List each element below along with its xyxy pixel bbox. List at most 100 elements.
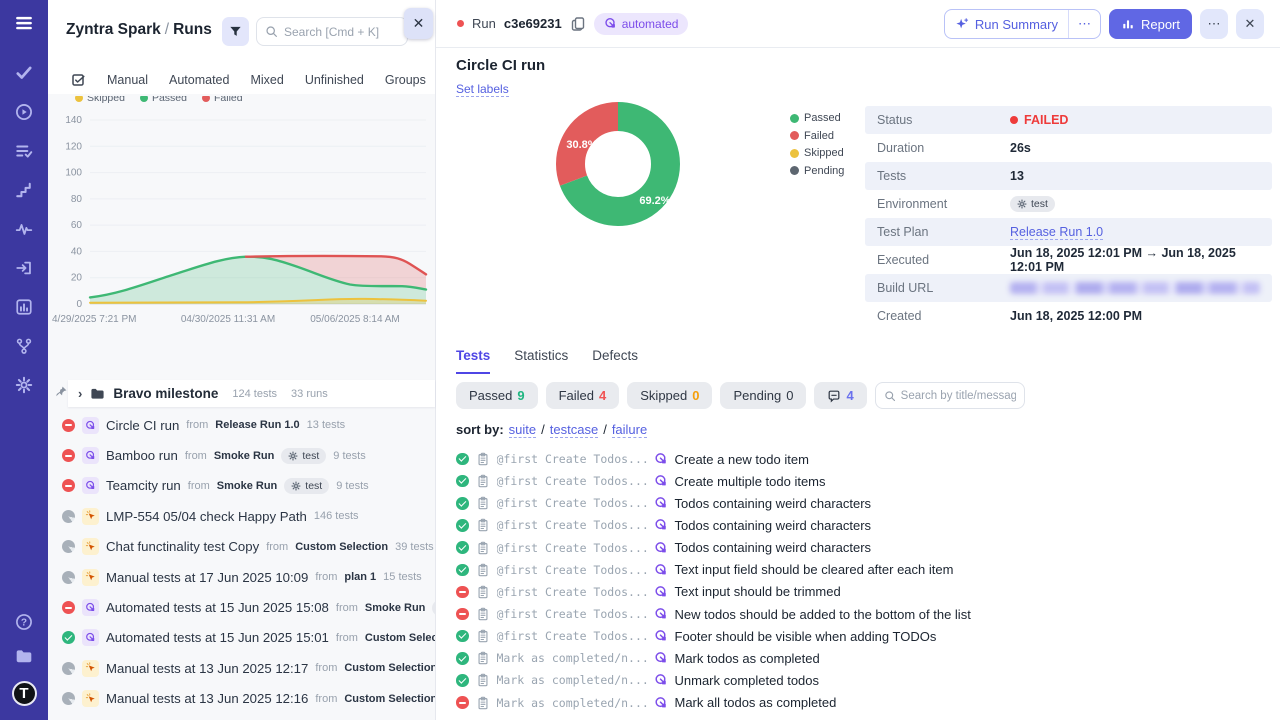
milestone-group-row[interactable]: › Bravo milestone 124 tests 33 runs bbox=[68, 380, 435, 407]
tab-defects[interactable]: Defects bbox=[592, 348, 638, 374]
test-title[interactable]: Footer should be visible when adding TOD… bbox=[675, 629, 937, 644]
run-row[interactable]: Manual tests at 13 Jun 2025 12:16 from C… bbox=[48, 684, 435, 714]
run-title[interactable]: Circle CI run bbox=[106, 418, 179, 433]
run-row[interactable]: Automated tests at 15 Jun 2025 15:01 fro… bbox=[48, 623, 435, 653]
select-all-icon[interactable] bbox=[70, 72, 86, 88]
test-title[interactable]: Mark todos as completed bbox=[675, 651, 820, 666]
branches-icon[interactable] bbox=[15, 337, 33, 355]
chevron-right-icon[interactable]: › bbox=[78, 386, 82, 401]
reports-chart-icon[interactable] bbox=[15, 298, 33, 316]
filter-failed[interactable]: Failed4 bbox=[546, 382, 620, 409]
run-summary-button[interactable]: Run Summary ⋯ bbox=[944, 9, 1101, 39]
run-title[interactable]: Automated tests at 15 Jun 2025 15:08 bbox=[106, 600, 329, 615]
panel-close-button[interactable]: ✕ bbox=[404, 8, 433, 39]
menu-icon[interactable] bbox=[13, 14, 35, 32]
test-row[interactable]: @first Create Todos... Create multiple t… bbox=[456, 470, 1272, 492]
tab-automated[interactable]: Automated bbox=[169, 73, 229, 87]
sort-testcase-link[interactable]: testcase bbox=[550, 422, 598, 438]
run-row[interactable]: Teamcity run from Smoke Run test 9 tests bbox=[48, 471, 435, 501]
run-row[interactable]: Manual tests at 13 Jun 2025 12:17 from C… bbox=[48, 653, 435, 683]
legend-pending[interactable]: Pending bbox=[790, 165, 844, 177]
test-title[interactable]: Create multiple todo items bbox=[675, 474, 826, 489]
run-title[interactable]: Chat functinality test Copy bbox=[106, 539, 259, 554]
test-row[interactable]: @first Create Todos... Text input should… bbox=[456, 581, 1272, 603]
run-row[interactable]: LMP-554 05/04 check Happy Path 146 tests bbox=[48, 501, 435, 531]
from-label: from bbox=[266, 541, 288, 553]
more-actions-button[interactable]: ⋯ bbox=[1200, 9, 1228, 39]
tab-unfinished[interactable]: Unfinished bbox=[305, 73, 364, 87]
filter-passed[interactable]: Passed9 bbox=[456, 382, 538, 409]
test-title[interactable]: Todos containing weird characters bbox=[675, 540, 872, 555]
legend-skipped[interactable]: Skipped bbox=[790, 147, 844, 159]
runs-search-input[interactable] bbox=[284, 25, 399, 39]
test-row[interactable]: @first Create Todos... Create a new todo… bbox=[456, 448, 1272, 470]
tests-search-input[interactable] bbox=[901, 390, 1016, 402]
test-row[interactable]: @first Create Todos... Todos containing … bbox=[456, 537, 1272, 559]
results-donut-chart[interactable]: 30.8% 69.2% bbox=[554, 100, 682, 228]
run-row[interactable]: Chat functinality test Copy from Custom … bbox=[48, 532, 435, 562]
tab-statistics[interactable]: Statistics bbox=[514, 348, 568, 374]
sort-failure-link[interactable]: failure bbox=[612, 422, 647, 438]
run-title[interactable]: Manual tests at 13 Jun 2025 12:16 bbox=[106, 691, 308, 706]
help-icon[interactable] bbox=[15, 613, 33, 631]
run-row[interactable]: Bamboo run from Smoke Run test 9 tests bbox=[48, 440, 435, 470]
test-row[interactable]: @first Create Todos... Todos containing … bbox=[456, 514, 1272, 536]
run-row[interactable]: Circle CI run from Release Run 1.0 13 te… bbox=[48, 410, 435, 440]
test-title[interactable]: Text input should be trimmed bbox=[675, 584, 841, 599]
import-icon[interactable] bbox=[15, 259, 33, 277]
legend-failed[interactable]: Failed bbox=[790, 130, 844, 142]
test-title[interactable]: Todos containing weird characters bbox=[675, 518, 872, 533]
test-row[interactable]: Mark as completed/n... Unmark completed … bbox=[456, 669, 1272, 691]
tab-mixed[interactable]: Mixed bbox=[250, 73, 283, 87]
test-row[interactable]: Mark as completed/n... Mark todos as com… bbox=[456, 647, 1272, 669]
test-row[interactable]: @first Create Todos... Text input field … bbox=[456, 559, 1272, 581]
breadcrumb-project[interactable]: Zyntra Spark bbox=[66, 21, 161, 38]
settings-gear-icon[interactable] bbox=[15, 376, 33, 394]
checkmark-nav-icon[interactable] bbox=[15, 64, 33, 82]
test-row[interactable]: @first Create Todos... Footer should be … bbox=[456, 625, 1272, 647]
filter-skipped[interactable]: Skipped0 bbox=[627, 382, 712, 409]
sort-suite-link[interactable]: suite bbox=[509, 422, 536, 438]
test-title[interactable]: Unmark completed todos bbox=[675, 673, 820, 688]
run-title[interactable]: Manual tests at 13 Jun 2025 12:17 bbox=[106, 661, 308, 676]
close-run-button[interactable]: ✕ bbox=[1236, 9, 1264, 39]
test-title[interactable]: Mark all todos as completed bbox=[675, 695, 837, 710]
test-row[interactable]: @first Create Todos... Todos containing … bbox=[456, 492, 1272, 514]
steps-icon[interactable] bbox=[15, 181, 33, 199]
run-row[interactable]: Manual tests at 17 Jun 2025 10:09 from p… bbox=[48, 562, 435, 592]
test-title[interactable]: Todos containing weird characters bbox=[675, 496, 872, 511]
testcases-list-icon[interactable] bbox=[15, 142, 33, 160]
runs-play-icon[interactable] bbox=[15, 103, 33, 121]
run-row[interactable]: Automated tests at 15 Jun 2025 15:08 fro… bbox=[48, 592, 435, 622]
run-title[interactable]: Manual tests at 17 Jun 2025 10:09 bbox=[106, 570, 308, 585]
filter-button[interactable] bbox=[222, 17, 249, 46]
run-summary-more-button[interactable]: ⋯ bbox=[1068, 10, 1100, 38]
tab-tests[interactable]: Tests bbox=[456, 348, 490, 374]
set-labels-link[interactable]: Set labels bbox=[456, 82, 509, 97]
run-title[interactable]: LMP-554 05/04 check Happy Path bbox=[106, 509, 307, 524]
tab-manual[interactable]: Manual bbox=[107, 73, 148, 87]
test-row[interactable]: Mark as completed/n... Mark all todos as… bbox=[456, 692, 1272, 714]
report-button[interactable]: Report bbox=[1109, 9, 1192, 39]
legend-passed[interactable]: Passed bbox=[790, 112, 844, 124]
run-title[interactable]: Bamboo run bbox=[106, 448, 178, 463]
build-url-redacted[interactable] bbox=[1010, 282, 1260, 294]
automated-badge[interactable]: automated bbox=[594, 13, 689, 35]
tab-groups[interactable]: Groups bbox=[385, 73, 426, 87]
pulse-analytics-icon[interactable] bbox=[15, 220, 33, 238]
app-logo[interactable]: T bbox=[12, 681, 37, 706]
projects-folder-icon[interactable] bbox=[15, 647, 33, 665]
copy-run-id-button[interactable] bbox=[570, 16, 586, 32]
run-title[interactable]: Teamcity run bbox=[106, 478, 181, 493]
test-plan-link[interactable]: Release Run 1.0 bbox=[1010, 225, 1103, 240]
runs-trend-chart[interactable]: 140120100 806040 200 4/29/2025 7:21 PM 0… bbox=[50, 106, 432, 334]
environment-badge[interactable]: test bbox=[1010, 196, 1055, 212]
run-title[interactable]: Automated tests at 15 Jun 2025 15:01 bbox=[106, 630, 329, 645]
filter-comments[interactable]: 4 bbox=[814, 382, 866, 409]
test-title[interactable]: Text input field should be cleared after… bbox=[675, 562, 954, 577]
test-title[interactable]: Create a new todo item bbox=[675, 452, 809, 467]
filter-pending[interactable]: Pending0 bbox=[720, 382, 806, 409]
test-title[interactable]: New todos should be added to the bottom … bbox=[675, 607, 971, 622]
milestone-tests-count: 124 tests bbox=[232, 388, 277, 400]
test-row[interactable]: @first Create Todos... New todos should … bbox=[456, 603, 1272, 625]
